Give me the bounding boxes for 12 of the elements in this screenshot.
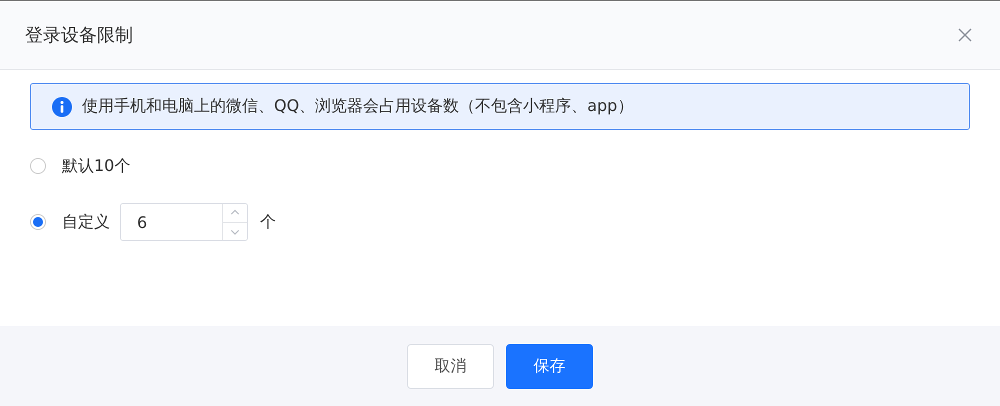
radio-label[interactable]: 默认10个 <box>62 156 130 176</box>
radio-button[interactable] <box>30 214 46 230</box>
dialog-title: 登录设备限制 <box>25 24 133 47</box>
cancel-button[interactable]: 取消 <box>407 344 494 388</box>
save-button[interactable]: 保存 <box>506 344 593 388</box>
radio-label[interactable]: 自定义 <box>62 212 110 232</box>
unit-label: 个 <box>260 212 276 232</box>
number-input[interactable]: 6 <box>120 203 248 241</box>
radio-button[interactable] <box>30 158 46 174</box>
info-icon <box>52 96 72 116</box>
alert-text: 使用手机和电脑上的微信、QQ、浏览器会占用设备数（不包含小程序、app） <box>82 96 634 117</box>
close-icon[interactable] <box>958 28 972 42</box>
